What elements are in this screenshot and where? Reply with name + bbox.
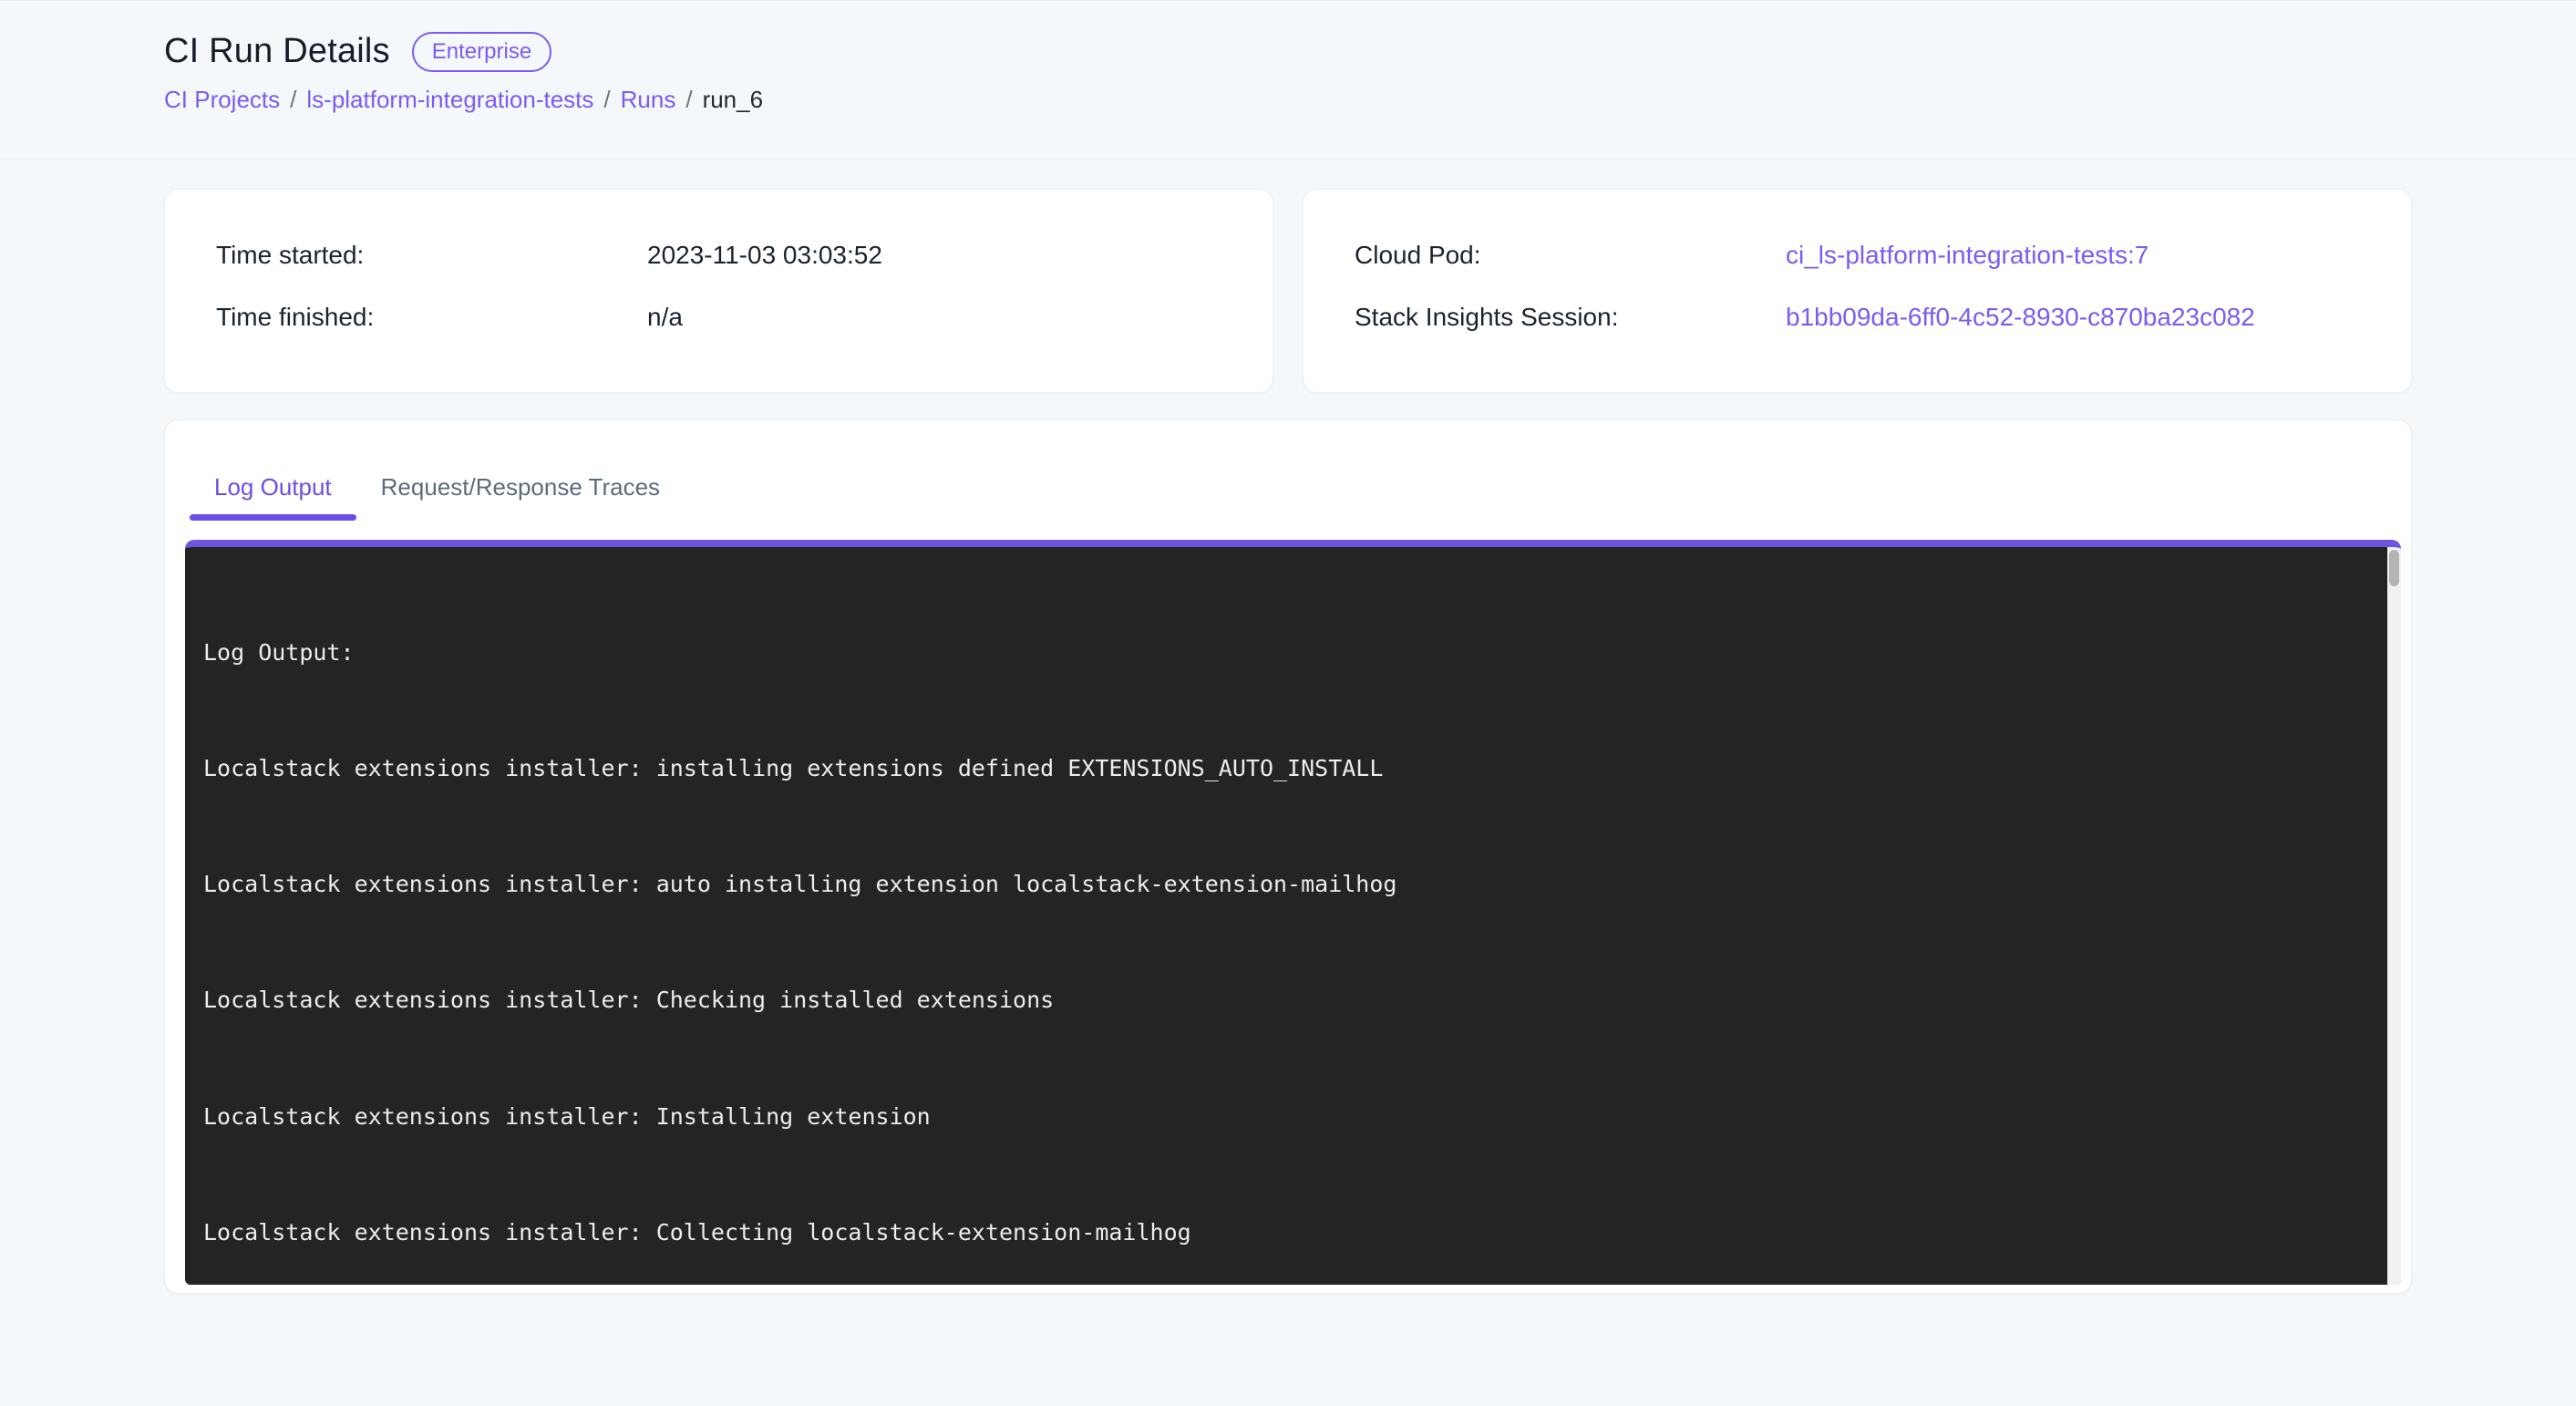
breadcrumb: CI Projects / ls-platform-integration-te… <box>164 86 2412 114</box>
time-finished-row: Time finished: n/a <box>216 302 1221 333</box>
enterprise-badge: Enterprise <box>412 32 551 72</box>
cloud-pod-label: Cloud Pod: <box>1355 241 1786 270</box>
page-content: Time started: 2023-11-03 03:03:52 Time f… <box>0 160 2576 1294</box>
log-line: Localstack extensions installer: Install… <box>203 1098 2383 1136</box>
title-row: CI Run Details Enterprise <box>164 32 2412 72</box>
log-scrollbar-thumb[interactable] <box>2389 550 2399 586</box>
log-content: Log Output: Localstack extensions instal… <box>185 547 2401 1285</box>
page-title: CI Run Details <box>164 32 390 71</box>
time-started-value: 2023-11-03 03:03:52 <box>647 241 882 270</box>
breadcrumb-current-run: run_6 <box>703 86 764 114</box>
log-panel-card: Log Output Request/Response Traces Log O… <box>164 419 2412 1294</box>
log-terminal[interactable]: Log Output: Localstack extensions instal… <box>185 540 2401 1285</box>
cloud-pod-link[interactable]: ci_ls-platform-integration-tests:7 <box>1786 241 2148 270</box>
stack-insights-session-label: Stack Insights Session: <box>1355 303 1786 332</box>
stack-insights-session-link[interactable]: b1bb09da-6ff0-4c52-8930-c870ba23c082 <box>1786 303 2255 332</box>
tab-request-response-traces[interactable]: Request/Response Traces <box>356 451 685 521</box>
breadcrumb-separator: / <box>290 86 296 114</box>
log-line: Log Output: <box>203 634 2383 672</box>
tab-log-output[interactable]: Log Output <box>190 451 356 521</box>
log-scrollbar-track[interactable] <box>2387 547 2401 1285</box>
log-line: Localstack extensions installer: install… <box>203 750 2383 788</box>
cloud-pod-row: Cloud Pod: ci_ls-platform-integration-te… <box>1355 240 2360 271</box>
breadcrumb-separator: / <box>685 86 692 114</box>
time-finished-label: Time finished: <box>216 303 647 332</box>
log-line: Localstack extensions installer: Collect… <box>203 1214 2383 1252</box>
cloud-info-card: Cloud Pod: ci_ls-platform-integration-te… <box>1303 189 2412 393</box>
breadcrumb-link-ci-projects[interactable]: CI Projects <box>164 86 280 114</box>
log-panel-tabs: Log Output Request/Response Traces <box>190 451 2411 521</box>
log-line: Localstack extensions installer: Checkin… <box>203 981 2383 1019</box>
page-header: CI Run Details Enterprise CI Projects / … <box>0 0 2576 160</box>
info-cards-row: Time started: 2023-11-03 03:03:52 Time f… <box>164 189 2412 393</box>
breadcrumb-separator: / <box>603 86 610 114</box>
breadcrumb-link-project[interactable]: ls-platform-integration-tests <box>306 86 593 114</box>
time-started-row: Time started: 2023-11-03 03:03:52 <box>216 240 1221 271</box>
time-started-label: Time started: <box>216 241 647 270</box>
time-finished-value: n/a <box>647 303 683 332</box>
stack-insights-session-row: Stack Insights Session: b1bb09da-6ff0-4c… <box>1355 302 2360 333</box>
log-line: Localstack extensions installer: auto in… <box>203 865 2383 904</box>
run-times-card: Time started: 2023-11-03 03:03:52 Time f… <box>164 189 1273 393</box>
breadcrumb-link-runs[interactable]: Runs <box>621 86 676 114</box>
